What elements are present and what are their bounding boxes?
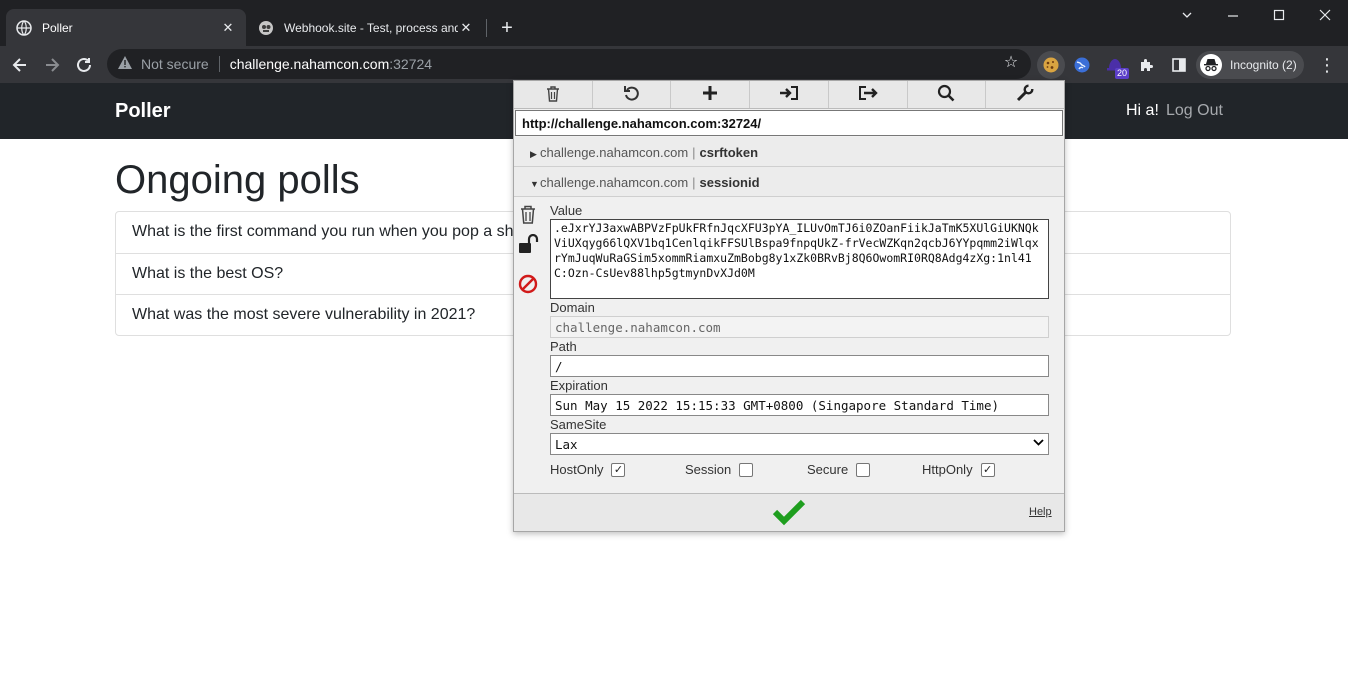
site-brand[interactable]: Poller xyxy=(115,100,171,123)
back-icon[interactable] xyxy=(7,52,33,78)
expiration-label: Expiration xyxy=(550,378,608,393)
path-label: Path xyxy=(550,339,577,354)
cookie-row-sessionid[interactable]: ▼challenge.nahamcon.com | sessionid xyxy=(514,167,1064,197)
close-icon[interactable]: ✕ xyxy=(458,20,474,36)
minimize-icon[interactable] xyxy=(1210,8,1256,28)
delete-cookie-icon[interactable] xyxy=(518,204,542,234)
expanded-arrow-icon: ▼ xyxy=(530,179,539,189)
httponly-label: HttpOnly xyxy=(922,462,973,477)
session-flag: Session xyxy=(685,462,754,477)
bookmark-star-icon[interactable]: ☆ xyxy=(1000,52,1022,74)
extension-badge: 20 xyxy=(1114,68,1129,79)
chevron-down-icon xyxy=(1033,437,1044,451)
httponly-checkbox[interactable]: ✓ xyxy=(980,462,995,477)
close-icon[interactable]: ✕ xyxy=(220,20,236,36)
reset-button[interactable] xyxy=(593,81,672,108)
user-greeting: Hi a! xyxy=(1126,102,1159,119)
secure-label: Secure xyxy=(807,462,849,477)
expiration-field[interactable]: Sun May 15 2022 15:15:33 GMT+0800 (Singa… xyxy=(550,394,1049,416)
cookie-domain: challenge.nahamcon.com xyxy=(540,145,689,160)
cookie-action-icons xyxy=(518,204,542,297)
httponly-flag: HttpOnly ✓ xyxy=(922,462,995,477)
profile-label: Incognito (2) xyxy=(1230,58,1297,72)
new-tab-button[interactable]: + xyxy=(496,17,518,39)
unlock-icon[interactable] xyxy=(518,233,542,274)
collapsed-arrow-icon: ▶ xyxy=(530,149,537,159)
tab-title: Webhook.site - Test, process and xyxy=(284,20,458,35)
browser-toolbar: Not secure challenge.nahamcon.com:32724 … xyxy=(0,46,1348,83)
tab-divider xyxy=(486,19,487,37)
tab-search-icon[interactable] xyxy=(1164,8,1210,28)
window-close-icon[interactable] xyxy=(1302,8,1348,28)
hostonly-flag: HostOnly ✓ xyxy=(550,462,626,477)
browser-menu-icon[interactable]: ⋮ xyxy=(1316,52,1338,78)
export-button[interactable] xyxy=(829,81,908,108)
cookie-editor-extension-icon[interactable] xyxy=(1037,51,1065,79)
session-label: Session xyxy=(685,462,732,477)
delete-all-button[interactable] xyxy=(514,81,593,108)
wrench-icon xyxy=(1016,84,1034,105)
hostonly-checkbox[interactable]: ✓ xyxy=(611,462,626,477)
block-cookie-icon[interactable] xyxy=(518,274,542,297)
cookie-editor-popup: http://challenge.nahamcon.com:32724/ ▶ ch… xyxy=(513,80,1065,532)
samesite-label: SameSite xyxy=(550,417,607,432)
domain-label: Domain xyxy=(550,300,595,315)
samesite-value: Lax xyxy=(555,437,578,452)
domain-field[interactable]: challenge.nahamcon.com xyxy=(550,316,1049,338)
save-checkmark-icon[interactable] xyxy=(772,498,806,529)
hostonly-label: HostOnly xyxy=(550,462,604,477)
side-panel-icon[interactable] xyxy=(1165,51,1193,79)
path-field[interactable]: / xyxy=(550,355,1049,377)
tab-webhook[interactable]: Webhook.site - Test, process and ✕ xyxy=(248,9,484,46)
address-divider xyxy=(218,56,220,72)
address-port: :32724 xyxy=(389,56,433,72)
cookie-row-csrftoken[interactable]: ▶ challenge.nahamcon.com | csrftoken xyxy=(514,137,1064,167)
forward-icon[interactable] xyxy=(39,52,65,78)
cookie-editor-footer: Help xyxy=(514,493,1064,531)
logout-link[interactable]: Log Out xyxy=(1166,102,1223,120)
incognito-icon xyxy=(1200,54,1222,76)
secure-flag: Secure xyxy=(807,462,871,477)
import-icon xyxy=(779,85,799,104)
webhook-logo-icon xyxy=(258,20,274,36)
cookie-url-field[interactable]: http://challenge.nahamcon.com:32724/ xyxy=(515,110,1063,136)
tab-title: Poller xyxy=(42,20,73,35)
help-link[interactable]: Help xyxy=(1029,506,1052,518)
page-title: Ongoing polls xyxy=(115,158,360,202)
puzzle-extensions-icon[interactable] xyxy=(1133,51,1161,79)
globe-extension-icon[interactable] xyxy=(1068,51,1096,79)
cookie-domain: challenge.nahamcon.com xyxy=(540,175,689,190)
address-host: challenge.nahamcon.com xyxy=(229,56,390,72)
plus-icon xyxy=(702,85,718,104)
secure-checkbox[interactable] xyxy=(856,462,871,477)
cookie-separator: | xyxy=(692,145,696,160)
hat-extension-icon[interactable]: 20 xyxy=(1101,51,1129,79)
import-button[interactable] xyxy=(750,81,829,108)
export-icon xyxy=(858,85,878,104)
security-label[interactable]: Not secure xyxy=(141,56,209,72)
trash-icon xyxy=(545,85,561,105)
cookie-editor-toolbar xyxy=(514,81,1064,109)
cookie-name: sessionid xyxy=(699,175,760,190)
warning-icon[interactable] xyxy=(117,55,135,73)
search-button[interactable] xyxy=(908,81,987,108)
search-icon xyxy=(937,84,955,105)
cookie-value-textarea[interactable]: .eJxrYJ3axwABPVzFpUkFRfnJqcXFU3pYA_ILUvO… xyxy=(550,219,1049,299)
session-checkbox[interactable] xyxy=(739,462,754,477)
maximize-icon[interactable] xyxy=(1256,8,1302,28)
cookie-name: csrftoken xyxy=(699,145,759,160)
reload-icon[interactable] xyxy=(71,52,97,78)
samesite-select[interactable]: Lax xyxy=(550,433,1049,455)
undo-icon xyxy=(623,84,641,105)
incognito-profile-button[interactable]: Incognito (2) xyxy=(1196,51,1304,79)
value-label: Value xyxy=(550,203,583,218)
cookie-separator: | xyxy=(692,175,696,190)
globe-icon xyxy=(16,19,32,36)
browser-tab-strip: Poller ✕ Webhook.site - Test, process an… xyxy=(0,0,1348,46)
address-bar[interactable]: Not secure challenge.nahamcon.com:32724 xyxy=(107,49,1031,79)
tab-poller[interactable]: Poller ✕ xyxy=(6,9,246,46)
options-button[interactable] xyxy=(986,81,1064,108)
add-cookie-button[interactable] xyxy=(671,81,751,108)
